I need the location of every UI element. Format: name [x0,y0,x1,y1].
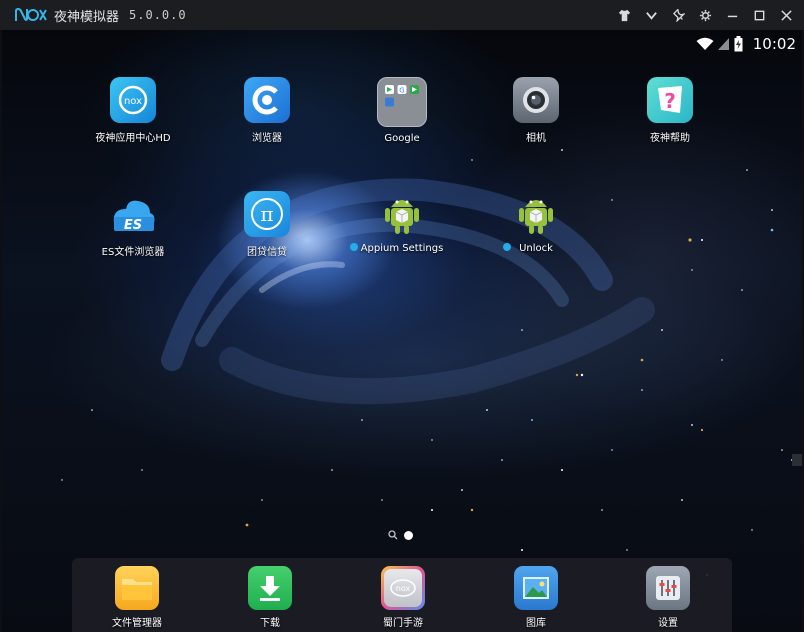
maximize-button[interactable] [749,5,769,25]
folder-icon [115,566,159,610]
svg-text:π: π [260,202,273,226]
app-label: Google [384,133,420,144]
app-label: 夜神应用中心HD [95,133,171,144]
app-label: 团贷信贷 [247,247,287,258]
camera-icon [513,77,559,123]
window-title: 夜神模拟器 [54,9,120,25]
gear-icon [699,9,711,21]
app-browser[interactable]: 浏览器 [212,77,322,144]
app-label: 浏览器 [252,133,282,144]
app-nox-help[interactable]: ? 夜神帮助 [615,77,725,144]
close-icon [780,9,792,21]
app-label: 相机 [526,133,546,144]
wifi-icon [696,37,714,50]
settings-button[interactable] [695,5,715,25]
shirt-icon [618,9,630,21]
app-label: 夜神帮助 [650,133,690,144]
app-label: 文件管理器 [112,618,162,629]
new-app-dot [503,243,511,251]
svg-text:ES: ES [124,218,142,233]
side-handle[interactable] [792,454,802,466]
dock-app-settings[interactable]: 设置 [613,566,723,629]
app-google-folder[interactable]: G Google [347,77,457,144]
signal-icon [717,38,729,50]
battery-charging-icon [734,36,743,52]
new-app-dot [350,243,358,251]
search-page-icon[interactable] [388,530,398,540]
minimize-button[interactable] [722,5,742,25]
settings-icon [646,566,690,610]
app-appium-settings[interactable]: Appium Settings [347,191,457,254]
maximize-icon [754,10,764,20]
page-dot-active[interactable] [404,530,413,540]
minimize-icon [727,15,737,17]
nox-app-center-icon: nox [110,77,156,123]
nox-logo [15,7,47,21]
android-robot-icon [513,191,559,237]
es-file-explorer-icon: ES [110,191,156,237]
download-icon [248,566,292,610]
svg-text:nox: nox [124,96,142,107]
app-label: 设置 [658,618,678,629]
window-title-bar: 夜神模拟器 5.0.0.0 [0,0,804,30]
app-pi-finance[interactable]: π 团贷信贷 [212,191,322,258]
emulator-screen[interactable]: 10:02 nox 夜神应用中心HD 浏览器 G Google 相机 ? 夜神帮… [2,30,802,632]
status-bar: 10:02 [696,33,796,55]
dock: 文件管理器 下载 nox 蜀门手游 图库 设置 [72,558,732,632]
pin-button[interactable] [668,5,688,25]
svg-text:G: G [399,87,404,95]
svg-text:?: ? [664,89,676,113]
theme-button[interactable] [614,5,634,25]
dock-app-file-manager[interactable]: 文件管理器 [82,566,192,629]
pin-icon [672,8,685,22]
version-label: 5.0.0.0 [129,8,187,22]
chevron-down-icon [645,11,657,20]
app-label: Unlock [519,243,553,254]
app-label: 下载 [260,618,280,629]
dock-app-game[interactable]: nox 蜀门手游 [348,566,458,629]
close-button[interactable] [776,5,796,25]
clock: 10:02 [752,35,796,53]
app-es-file-explorer[interactable]: ES ES文件浏览器 [78,191,188,258]
android-robot-icon [379,191,425,237]
app-unlock[interactable]: Unlock [481,191,591,254]
app-label: 蜀门手游 [383,618,423,629]
svg-text:nox: nox [396,584,411,593]
pi-finance-icon: π [244,191,290,237]
dock-app-download[interactable]: 下载 [215,566,325,629]
gallery-icon [514,566,558,610]
help-icon: ? [647,77,693,123]
app-label: Appium Settings [360,243,444,254]
app-label: ES文件浏览器 [101,247,165,258]
dropdown-button[interactable] [641,5,661,25]
page-indicator [388,530,413,540]
app-label: 图库 [526,618,546,629]
app-nox-app-center[interactable]: nox 夜神应用中心HD [78,77,188,144]
google-folder-icon: G [377,77,427,127]
browser-icon [244,77,290,123]
app-camera[interactable]: 相机 [481,77,591,144]
dock-app-gallery[interactable]: 图库 [481,566,591,629]
game-icon: nox [381,566,425,610]
